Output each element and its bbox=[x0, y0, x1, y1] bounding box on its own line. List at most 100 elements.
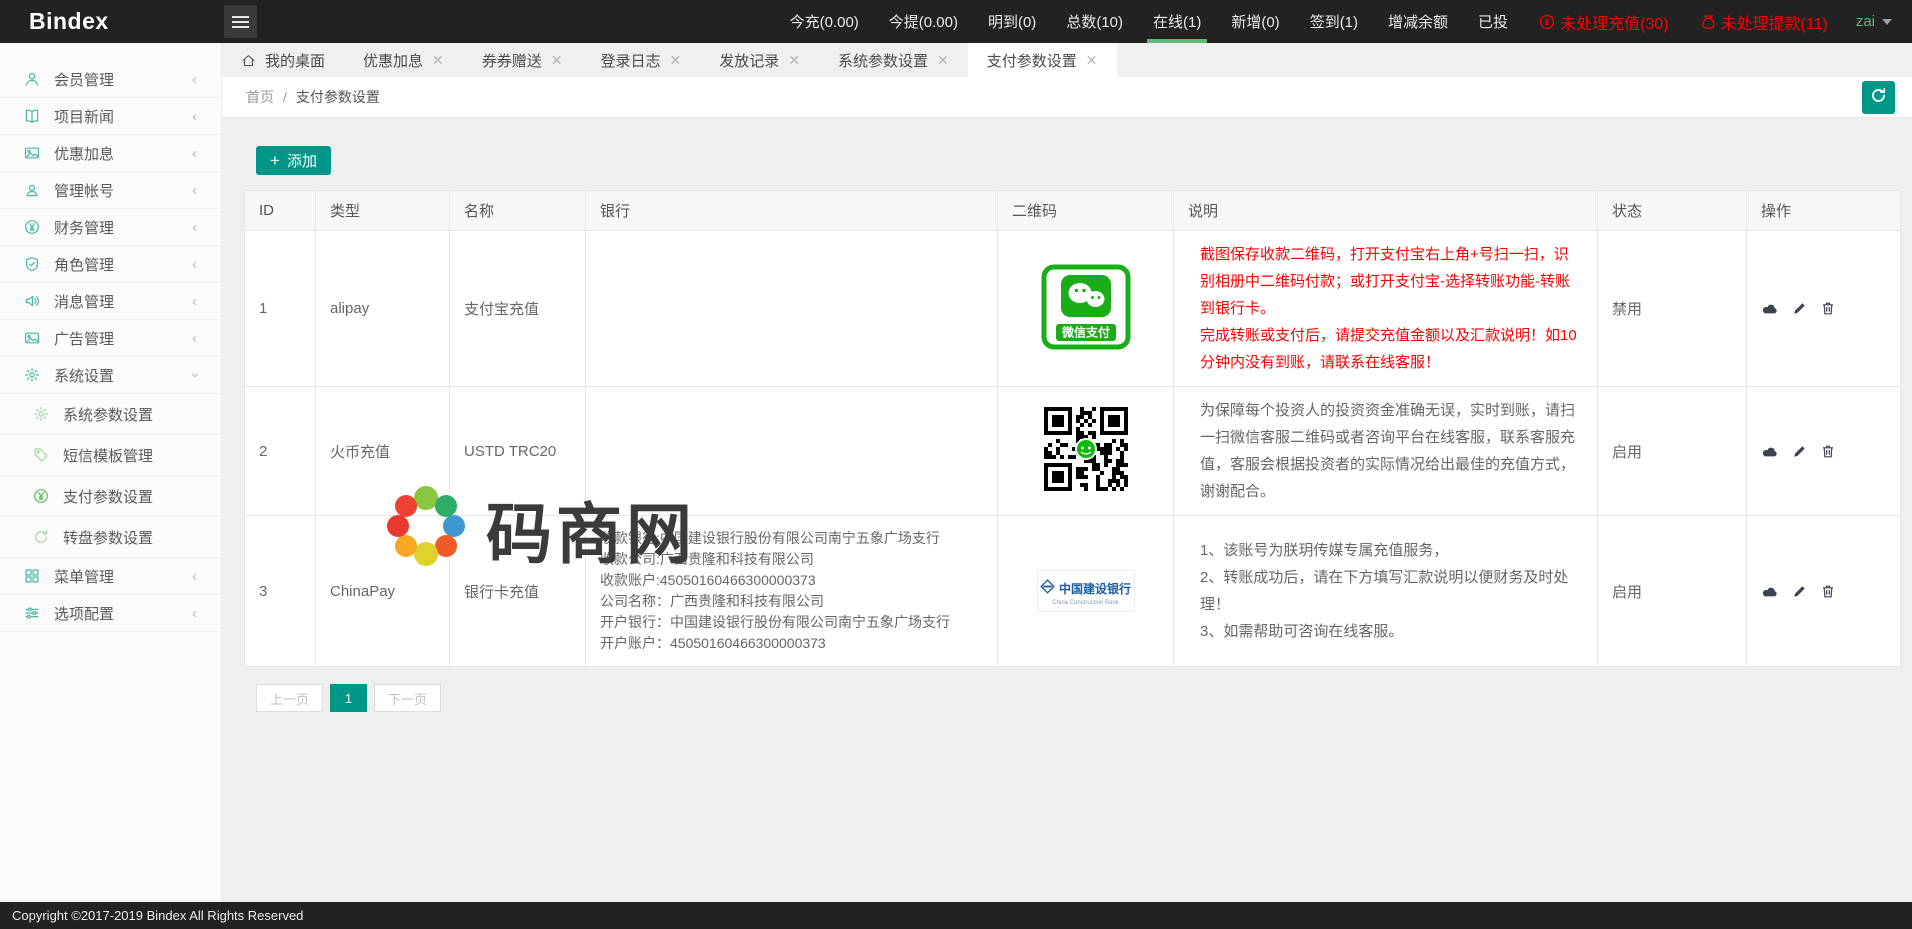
header-alert-pending-recharge[interactable]: 未处理充值(30) bbox=[1523, 0, 1684, 43]
sidebar-toggle-button[interactable] bbox=[224, 5, 257, 38]
ccb-name-en: China Construction Bank bbox=[1046, 600, 1126, 606]
pagination: 上一页 1 下一页 bbox=[256, 684, 1900, 712]
header-stat-adjust-balance[interactable]: 增减余额 bbox=[1373, 0, 1463, 43]
tab-payment-params[interactable]: 支付参数设置 ✕ bbox=[968, 43, 1117, 77]
header-stat-online[interactable]: 在线(1) bbox=[1138, 0, 1216, 43]
hamburger-icon bbox=[232, 13, 249, 31]
sidebar-item-label: 选项配置 bbox=[54, 603, 114, 624]
sidebar-item-payment-params[interactable]: 支付参数设置 bbox=[0, 476, 221, 517]
next-page-button[interactable]: 下一页 bbox=[374, 684, 441, 712]
tab-grant-records[interactable]: 发放记录✕ bbox=[700, 43, 819, 77]
delete-icon[interactable] bbox=[1821, 444, 1835, 459]
cell-type: 火币充值 bbox=[316, 387, 450, 516]
delete-icon[interactable] bbox=[1821, 301, 1835, 316]
sidebar-item-label: 优惠加息 bbox=[54, 143, 114, 164]
tab-login-log[interactable]: 登录日志✕ bbox=[582, 43, 701, 77]
header-stats: 今充(0.00)今提(0.00)明到(0)总数(10)在线(1)新增(0)签到(… bbox=[775, 0, 1912, 43]
header-alert-pending-withdraw[interactable]: 未处理提款(11) bbox=[1685, 0, 1844, 43]
upload-icon[interactable] bbox=[1761, 444, 1778, 459]
cell-description: 为保障每个投资人的投资资金准确无误，实时到账，请扫一扫微信客服二维码或者咨询平台… bbox=[1174, 387, 1598, 516]
header-stat-invested[interactable]: 已投 bbox=[1463, 0, 1523, 43]
close-icon[interactable]: ✕ bbox=[432, 53, 444, 67]
tab-label: 系统参数设置 bbox=[838, 50, 928, 71]
header-stat-due-tomorrow[interactable]: 明到(0) bbox=[973, 0, 1051, 43]
sidebar-item-menus[interactable]: 菜单管理‹ bbox=[0, 558, 221, 595]
chevron-down-icon: ‹ bbox=[187, 373, 202, 378]
delete-icon[interactable] bbox=[1821, 584, 1835, 599]
upload-icon[interactable] bbox=[1761, 584, 1778, 599]
description-line: 完成转账或支付后，请提交充值金额以及汇款说明！如10分钟内没有到账，请联系在线客… bbox=[1200, 322, 1581, 376]
gear-icon bbox=[33, 405, 51, 423]
sidebar-item-label: 会员管理 bbox=[54, 69, 114, 90]
home-icon bbox=[241, 53, 256, 68]
sidebar-item-wheel-params[interactable]: 转盘参数设置 bbox=[0, 517, 221, 558]
cell-qrcode bbox=[998, 387, 1174, 516]
sidebar-item-label: 角色管理 bbox=[54, 254, 114, 275]
yen-icon bbox=[33, 487, 51, 505]
bank-line: 收款账户:45050160466300000373 bbox=[600, 570, 983, 591]
sidebar-item-project-news[interactable]: 项目新闻‹ bbox=[0, 98, 221, 135]
refresh-button[interactable] bbox=[1862, 81, 1895, 114]
description-line: 截图保存收款二维码，打开支付宝右上角+号扫一扫，识别相册中二维码付款；或打开支付… bbox=[1200, 241, 1581, 322]
close-icon[interactable]: ✕ bbox=[670, 53, 682, 67]
sidebar-item-option-config[interactable]: 选项配置‹ bbox=[0, 595, 221, 632]
sidebar-item-ads[interactable]: 广告管理 ‹ bbox=[0, 320, 221, 357]
tab-label: 支付参数设置 bbox=[987, 50, 1077, 71]
user-menu[interactable]: zai bbox=[1844, 0, 1912, 43]
cell-description: 1、该账号为朕玥传媒专属充值服务，2、转账成功后，请在下方填写汇款说明以便财务及… bbox=[1174, 516, 1598, 667]
breadcrumb-home-link[interactable]: 首页 bbox=[246, 87, 274, 107]
sidebar-item-roles[interactable]: 角色管理 ‹ bbox=[0, 246, 221, 283]
edit-icon[interactable] bbox=[1792, 584, 1807, 599]
column-header: 操作 bbox=[1747, 191, 1901, 231]
chevron-left-icon: ‹ bbox=[192, 331, 197, 346]
tab-label: 券券赠送 bbox=[482, 50, 542, 71]
upload-icon[interactable] bbox=[1761, 301, 1778, 316]
header-stat-signin[interactable]: 签到(1) bbox=[1295, 0, 1373, 43]
sidebar-item-admin-accounts[interactable]: 管理帐号‹ bbox=[0, 172, 221, 209]
sidebar-item-finance[interactable]: 财务管理‹ bbox=[0, 209, 221, 246]
sidebar-item-system-params[interactable]: 系统参数设置 bbox=[0, 394, 221, 435]
tab-promo-interest[interactable]: 优惠加息 ✕ bbox=[344, 43, 463, 77]
prev-page-button[interactable]: 上一页 bbox=[256, 684, 323, 712]
header-stat-today-withdraw[interactable]: 今提(0.00) bbox=[874, 0, 973, 43]
options-icon bbox=[24, 604, 42, 622]
sidebar-item-promo-interest[interactable]: 优惠加息‹ bbox=[0, 135, 221, 172]
sidebar-item-system-settings[interactable]: 系统设置‹ bbox=[0, 357, 221, 394]
cell-id: 1 bbox=[245, 231, 316, 387]
close-icon[interactable]: ✕ bbox=[551, 53, 563, 67]
chevron-left-icon: ‹ bbox=[192, 257, 197, 272]
sidebar-item-sms-templates[interactable]: 短信模板管理 bbox=[0, 435, 221, 476]
column-header: 银行 bbox=[586, 191, 998, 231]
tag-icon bbox=[33, 446, 51, 464]
sidebar-item-members[interactable]: 会员管理‹ bbox=[0, 61, 221, 98]
sidebar-item-label: 广告管理 bbox=[54, 328, 114, 349]
table-row: 1alipay支付宝充值 微信支付 截图保存收款二维码，打开支付宝右上角+号扫一… bbox=[245, 231, 1901, 387]
cell-operations bbox=[1747, 231, 1901, 387]
edit-icon[interactable] bbox=[1792, 444, 1807, 459]
chevron-left-icon: ‹ bbox=[192, 294, 197, 309]
tab-my-desktop[interactable]: 我的桌面 bbox=[222, 43, 344, 77]
close-icon[interactable]: ✕ bbox=[937, 53, 949, 67]
page-1-button[interactable]: 1 bbox=[330, 684, 367, 712]
add-button[interactable]: + 添加 bbox=[256, 146, 331, 175]
cell-type: ChinaPay bbox=[316, 516, 450, 667]
cell-status: 禁用 bbox=[1598, 231, 1747, 387]
cell-type: alipay bbox=[316, 231, 450, 387]
close-icon[interactable]: ✕ bbox=[788, 53, 800, 67]
column-header: 名称 bbox=[450, 191, 586, 231]
header-stat-new[interactable]: 新增(0) bbox=[1216, 0, 1294, 43]
image-icon bbox=[24, 144, 42, 162]
tab-coupon-gift[interactable]: 券券赠送 ✕ bbox=[463, 43, 582, 77]
top-header: Bindex 今充(0.00)今提(0.00)明到(0)总数(10)在线(1)新… bbox=[0, 0, 1912, 43]
header-stat-total[interactable]: 总数(10) bbox=[1051, 0, 1138, 43]
tab-label: 优惠加息 bbox=[363, 50, 423, 71]
cell-id: 2 bbox=[245, 387, 316, 516]
cell-bank bbox=[586, 231, 998, 387]
edit-icon[interactable] bbox=[1792, 301, 1807, 316]
header-stat-today-recharge[interactable]: 今充(0.00) bbox=[775, 0, 874, 43]
sidebar-nav: 会员管理‹项目新闻‹优惠加息‹管理帐号‹财务管理‹角色管理‹消息管理‹广告管理‹… bbox=[0, 43, 222, 902]
cell-name: USTD TRC20 bbox=[450, 387, 586, 516]
sidebar-item-messages[interactable]: 消息管理‹ bbox=[0, 283, 221, 320]
close-icon[interactable]: ✕ bbox=[1086, 53, 1098, 67]
tab-system-params[interactable]: 系统参数设置 ✕ bbox=[819, 43, 968, 77]
